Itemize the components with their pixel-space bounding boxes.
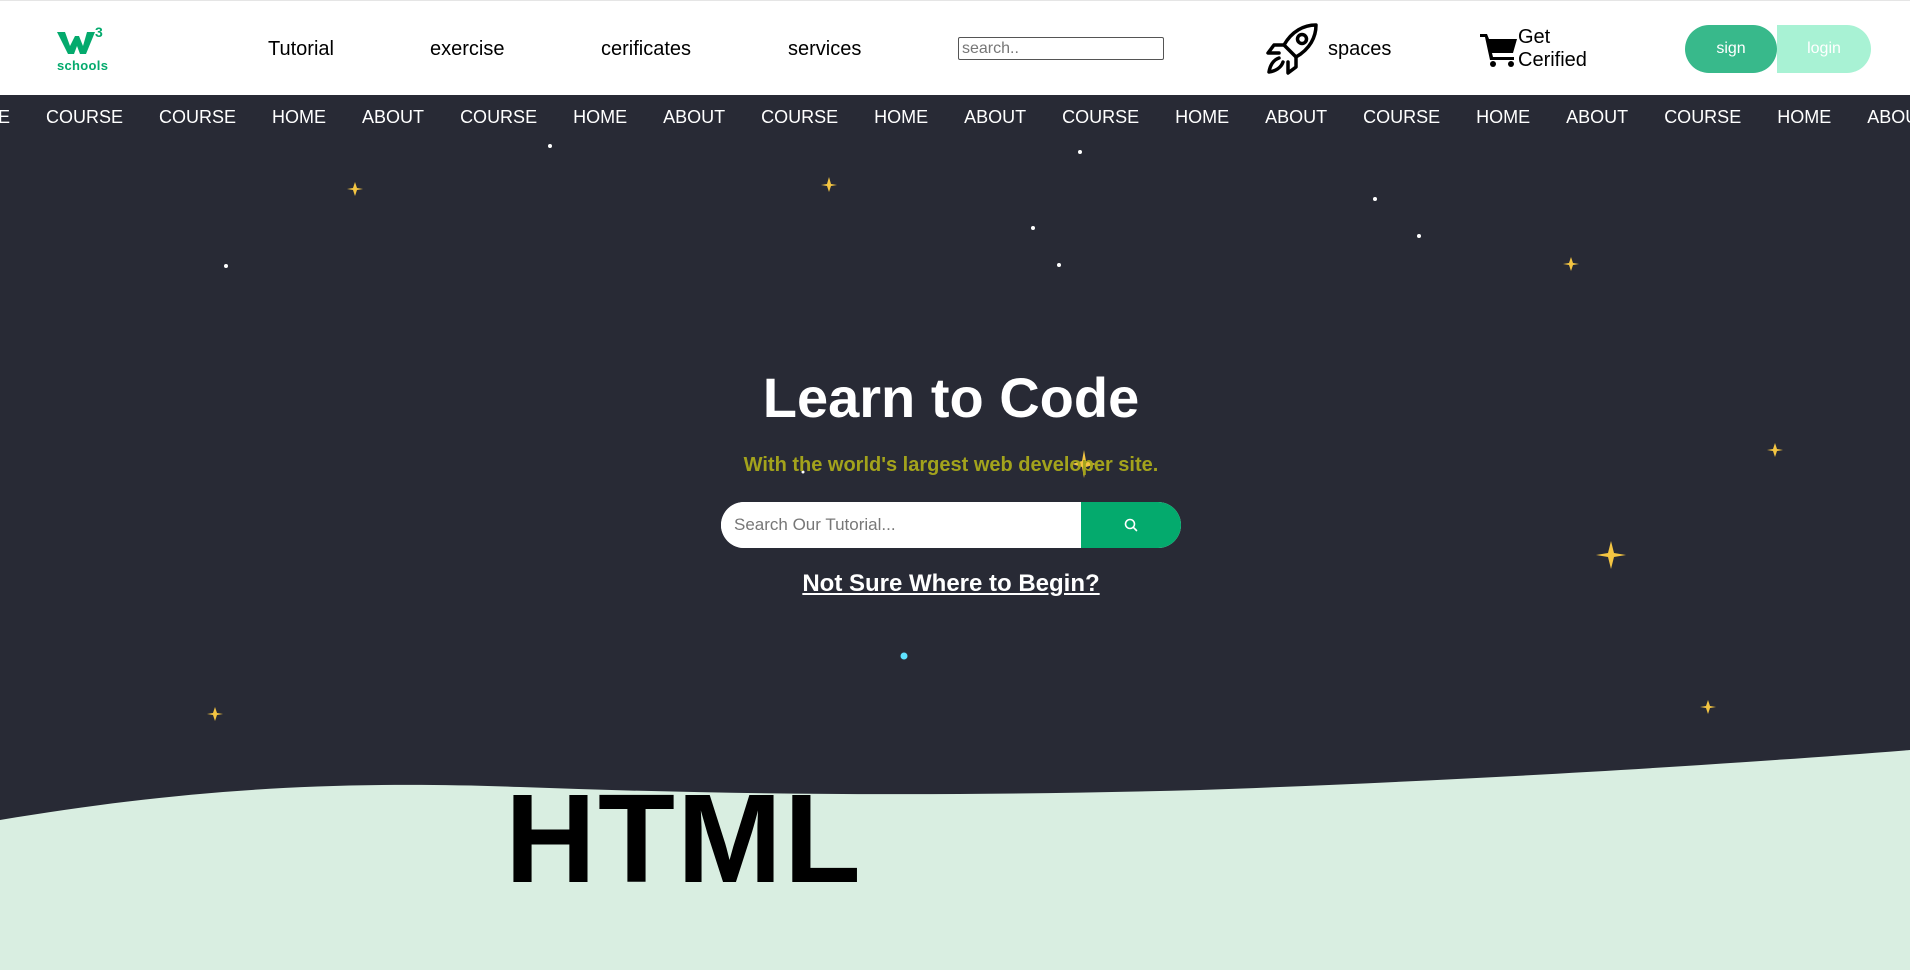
html-section-heading: HTML [505,768,863,909]
section-wave-background [0,750,1910,970]
